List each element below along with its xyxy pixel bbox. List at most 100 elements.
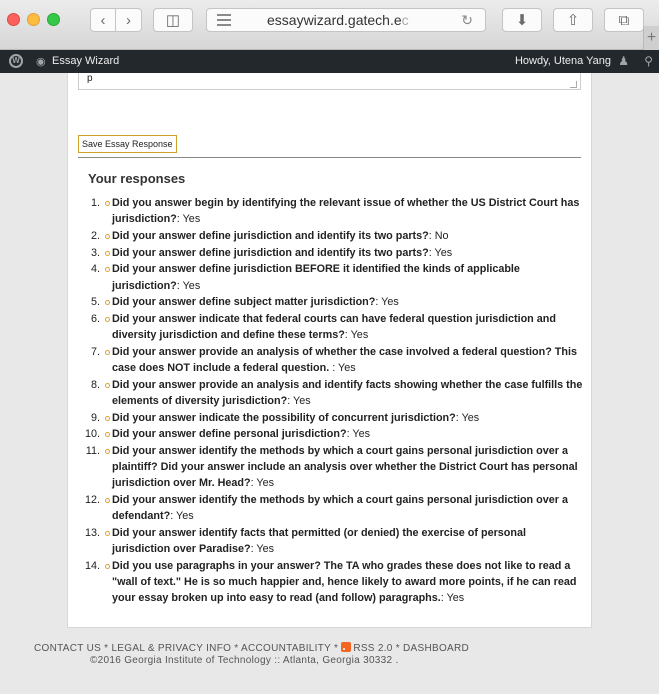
response-item: 9. Did your answer indicate the possibili… [72,410,587,426]
reload-icon[interactable]: ↻ [461,12,473,29]
essay-text-value: p [87,73,93,84]
answer-text: : Yes [176,279,201,292]
circle-bullet-icon [105,382,110,388]
sidebar-icon: ◫ [165,12,181,29]
site-name-link[interactable]: Essay Wizard [52,55,119,67]
answer-text: : Yes [250,477,275,490]
rss-link[interactable]: RSS 2.0 [353,643,392,654]
item-number: 7. [90,345,100,358]
essay-panel: p Save Essay Response Your responses 1. D… [67,73,592,628]
close-window-button[interactable] [7,13,20,26]
response-item: 11. Did your answer identify the methods … [72,443,587,492]
circle-bullet-icon [105,250,110,256]
divider [78,157,581,158]
essay-textarea[interactable]: p [78,73,581,90]
save-essay-button[interactable]: Save Essay Response [78,135,177,153]
circle-bullet-icon [105,498,110,504]
contact-us-link[interactable]: CONTACT US [34,643,101,654]
response-item: 14. Did you use paragraphs in your answer… [72,558,587,607]
user-greeting[interactable]: Howdy, Utena Yang [515,55,611,67]
answer-text: : No [428,229,449,242]
search-icon[interactable]: ⚲ [644,54,653,68]
circle-bullet-icon [105,349,110,355]
footer-separator: * [392,643,404,654]
item-number: 10. [84,428,100,441]
circle-bullet-icon [105,449,110,455]
sidebar-toggle-button[interactable]: ◫ [153,8,193,32]
footer-separator: * [231,643,241,654]
item-number: 13. [84,527,100,540]
accountability-link[interactable]: ACCOUNTABILITY [241,643,331,654]
chevron-right-icon: › [126,11,131,29]
answer-text: : Yes [346,428,370,441]
user-avatar-icon[interactable]: ♟ [618,54,629,68]
dashboard-link[interactable]: DASHBOARD [403,643,469,654]
item-number: 2. [90,229,100,242]
wordpress-logo-icon[interactable]: W [9,54,23,68]
question-text: Did your answer indicate that federal co… [112,312,556,342]
item-number: 8. [90,378,100,391]
answer-text: : Yes [375,296,399,309]
circle-bullet-icon [105,316,110,322]
answer-text: : Yes [170,510,194,523]
response-item: 2. Did your answer define jurisdiction an… [72,228,587,244]
zoom-window-button[interactable] [47,13,60,26]
tabs-overview-button[interactable]: ⧉ [604,8,644,32]
question-text: Did your answer define jurisdiction BEFO… [112,263,520,292]
response-item: 10. Did your answer define personal juris… [72,426,587,442]
url-text: essaywizard.gatech.ec [267,12,409,28]
response-item: 1. Did you answer begin by identifying th… [72,195,587,227]
response-item: 5. Did your answer define subject matter … [72,294,587,310]
circle-bullet-icon [105,201,110,206]
footer-links: CONTACT US * LEGAL & PRIVACY INFO * ACCO… [34,642,469,654]
question-text: Did your answer define subject matter ju… [112,296,376,309]
item-number: 1. [90,197,100,209]
address-bar[interactable]: essaywizard.gatech.ec ↻ [206,8,486,32]
footer-separator: * [330,643,342,654]
share-button[interactable]: ⇧ [553,8,593,32]
download-icon: ⬇ [515,12,529,29]
resize-grip-icon[interactable] [570,81,577,88]
answer-text: : Yes [250,543,275,556]
circle-bullet-icon [105,531,110,537]
circle-bullet-icon [105,267,110,273]
forward-button[interactable]: › [116,8,142,32]
answer-text: : Yes [176,213,201,226]
item-number: 14. [84,559,100,572]
tabs-icon: ⧉ [618,11,630,29]
chevron-left-icon: ‹ [100,11,106,29]
answer-text: : Yes [287,394,311,407]
plus-icon: + [646,29,657,46]
new-tab-button[interactable]: + [643,26,659,50]
item-number: 4. [90,263,100,276]
dashboard-icon: ◉ [36,56,46,68]
rss-icon[interactable] [341,642,352,652]
footer-separator: * [101,643,112,654]
response-item: 8. Did your answer provide an analysis an… [72,377,587,409]
question-text: Did your answer define jurisdiction and … [112,229,429,242]
downloads-button[interactable]: ⬇ [502,8,542,32]
copyright-text: ©2016 Georgia Institute of Technology ::… [90,655,399,666]
admin-bar: W ◉ Essay Wizard Howdy, Utena Yang ♟ ⚲ [0,50,659,73]
response-item: 13. Did your answer identify facts that p… [72,525,587,557]
question-text: Did your answer identify the methods by … [112,445,578,490]
response-item: 7. Did your answer provide an analysis of… [72,344,587,376]
question-text: Did you use paragraphs in your answer? T… [112,559,577,605]
answer-text: : Yes [455,411,480,424]
response-item: 4. Did your answer define jurisdiction BE… [72,261,587,293]
reader-view-icon[interactable] [217,14,231,26]
answer-text: : Yes [440,592,465,605]
back-button[interactable]: ‹ [90,8,116,32]
answer-text: : Yes [344,329,369,342]
response-item: 3. Did your answer define jurisdiction an… [72,245,587,261]
question-text: Did your answer define jurisdiction and … [112,246,429,259]
item-number: 5. [90,296,100,309]
item-number: 11. [85,445,100,458]
legal-privacy-link[interactable]: LEGAL & PRIVACY INFO [111,643,231,654]
answer-text: : Yes [332,362,356,375]
minimize-window-button[interactable] [27,13,40,26]
answer-text: : Yes [428,246,453,259]
browser-toolbar: ‹ › ◫ essaywizard.gatech.ec ↻ ⬇ ⇧ ⧉ + [0,0,659,50]
question-text: Did your answer define personal jurisdic… [112,428,347,441]
question-text: Did your answer indicate the possibility… [112,411,456,424]
